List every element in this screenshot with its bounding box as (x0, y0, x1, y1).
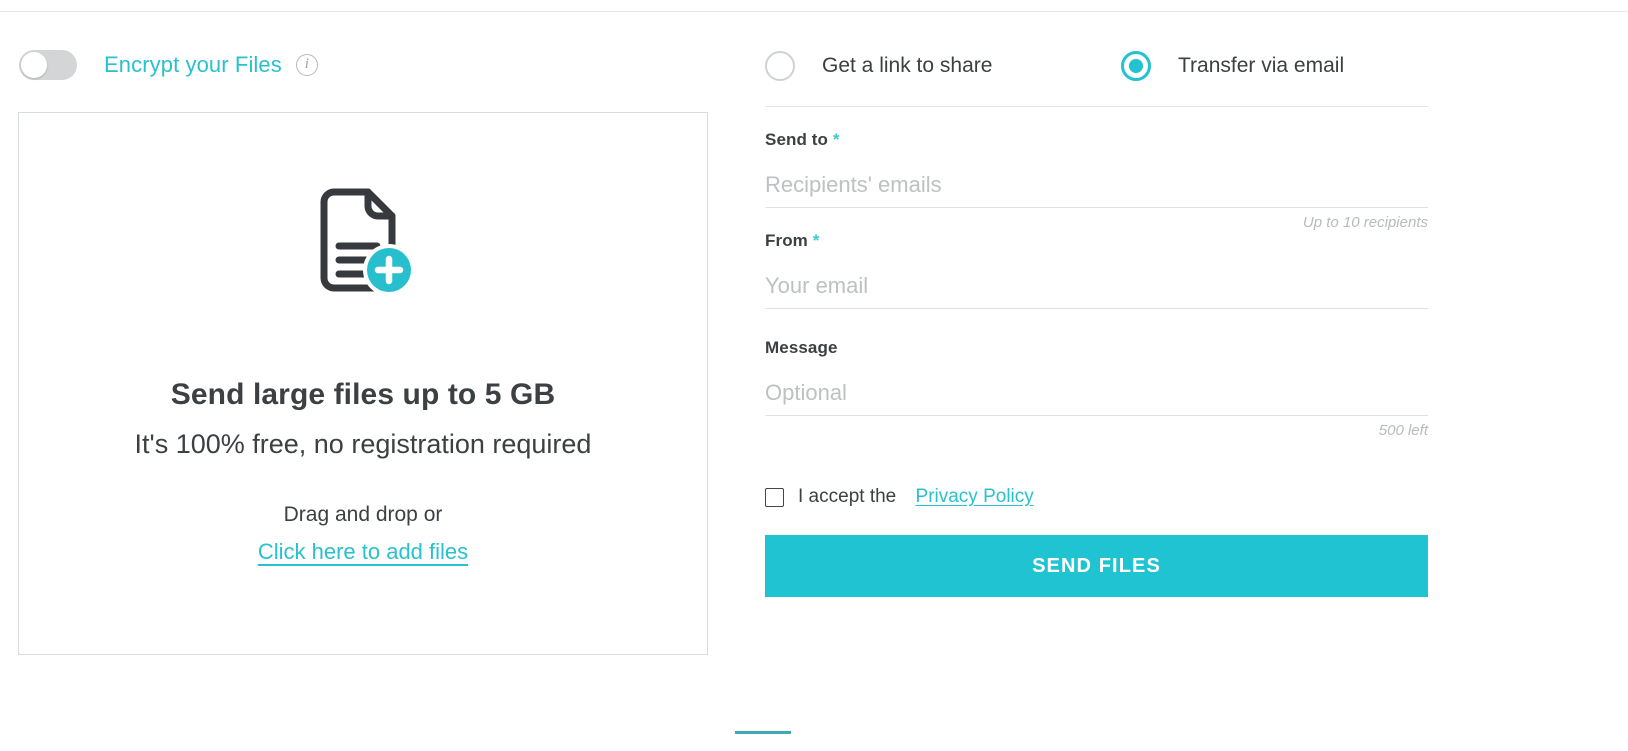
privacy-accept-row: I accept the Privacy Policy (765, 486, 1428, 508)
bottom-tab-indicator (735, 731, 791, 734)
send-to-required-mark: * (832, 130, 840, 149)
upload-panel: Encrypt your Files i Send large files up… (18, 40, 726, 655)
field-from: From * (765, 231, 1428, 309)
accept-privacy-text: I accept the (798, 486, 897, 507)
from-label-text: From (765, 231, 808, 250)
radio-icon-selected (1121, 51, 1151, 81)
share-mode-radio-group: Get a link to share Transfer via email (765, 40, 1428, 92)
radio-icon-unselected (765, 51, 795, 81)
info-icon[interactable]: i (295, 54, 318, 76)
radio-option-get-link[interactable]: Get a link to share (765, 51, 1121, 81)
add-files-link[interactable]: Click here to add files (258, 539, 468, 565)
radio-option-transfer-email[interactable]: Transfer via email (1121, 51, 1344, 81)
form-top-divider (765, 106, 1428, 107)
encrypt-toggle[interactable] (19, 50, 77, 80)
send-to-label-text: Send to (765, 130, 829, 149)
radio-label-transfer-email: Transfer via email (1178, 54, 1345, 77)
dropzone-title: Send large files up to 5 GB (170, 378, 556, 411)
encrypt-toggle-knob (21, 52, 47, 78)
message-char-counter: 500 left (1378, 422, 1428, 439)
dropzone-subtitle: It's 100% free, no registration required (134, 429, 592, 459)
field-message: Message 500 left (765, 338, 1428, 439)
dropzone-drag-text: Drag and drop or (283, 503, 443, 526)
message-label: Message (765, 338, 838, 357)
encrypt-label[interactable]: Encrypt your Files (104, 52, 282, 78)
send-to-hint: Up to 10 recipients (1302, 214, 1428, 231)
top-divider (0, 11, 1628, 12)
accept-privacy-checkbox[interactable] (765, 487, 784, 507)
from-input[interactable] (765, 273, 1428, 309)
document-add-icon (304, 188, 422, 306)
send-to-input[interactable] (765, 172, 1428, 208)
send-files-button[interactable]: SEND FILES (765, 535, 1428, 597)
field-send-to: Send to * Up to 10 recipients (765, 130, 1428, 231)
from-required-mark: * (812, 231, 820, 250)
encrypt-row: Encrypt your Files i (18, 40, 726, 90)
from-label: From * (765, 231, 1428, 251)
radio-label-get-link: Get a link to share (822, 54, 993, 77)
share-form-panel: Get a link to share Transfer via email S… (765, 40, 1428, 597)
privacy-policy-link[interactable]: Privacy Policy (916, 486, 1034, 508)
page-root: Encrypt your Files i Send large files up… (0, 0, 1628, 751)
send-to-label: Send to * (765, 130, 1428, 150)
file-dropzone[interactable]: Send large files up to 5 GB It's 100% fr… (18, 112, 708, 655)
message-input[interactable] (765, 380, 1428, 416)
